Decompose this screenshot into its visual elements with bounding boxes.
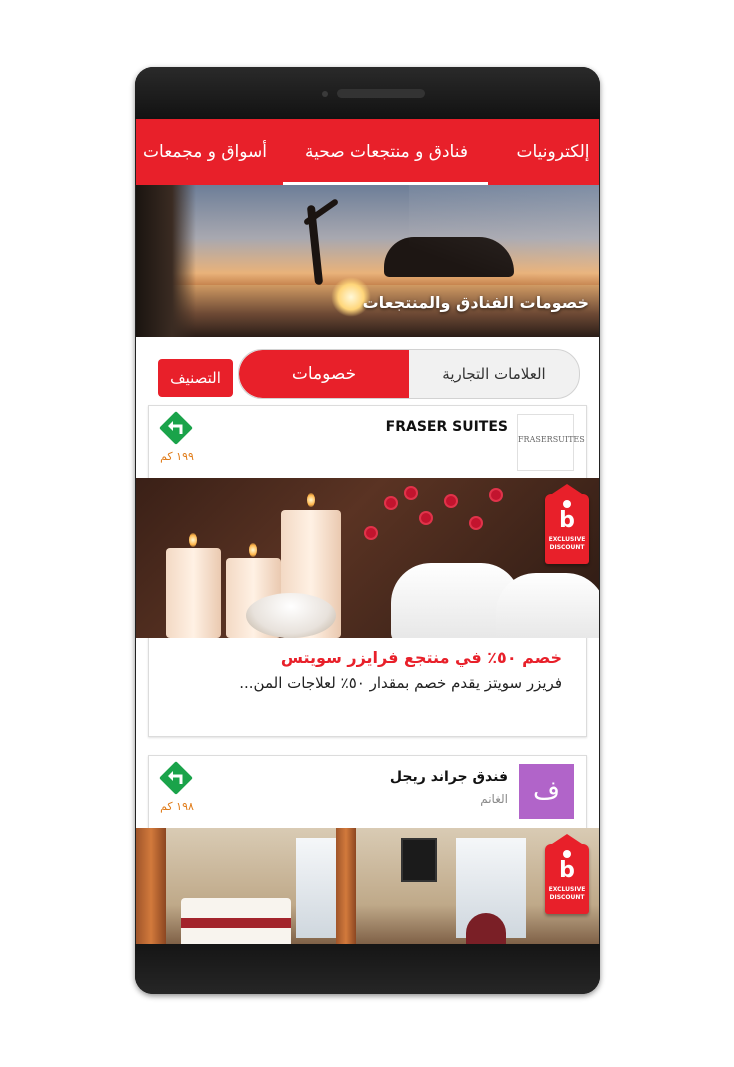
distance-label: ١٩٨ كم xyxy=(160,800,194,813)
tag-logo: b xyxy=(559,508,575,533)
hero-caption: خصومات الفنادق والمنتجعات xyxy=(362,293,589,312)
tab-hotels-spas[interactable]: فنادق و منتجعات صحية xyxy=(284,119,489,185)
curtain xyxy=(136,828,166,944)
blossom xyxy=(421,513,431,523)
salt-bowl xyxy=(246,593,336,638)
tab-electronics[interactable]: إلكترونيات xyxy=(507,119,599,185)
segment-brands[interactable]: العلامات التجارية xyxy=(409,350,579,398)
tag-notch xyxy=(549,484,585,496)
blossom xyxy=(491,490,501,500)
phone-frame: إلكترونيات فنادق و منتجعات صحية أسواق و … xyxy=(135,67,600,994)
earpiece-speaker xyxy=(337,89,425,98)
tag-text: EXCLUSIVE DISCOUNT xyxy=(548,886,586,901)
camera-sensor xyxy=(322,91,328,97)
candle-flame xyxy=(249,543,257,557)
window xyxy=(296,838,336,938)
bed-runner xyxy=(181,918,291,928)
offer-card[interactable]: FRASERSUITES FRASER SUITES ١٩٩ كم b EXCL… xyxy=(136,405,599,737)
tag-logo: b xyxy=(559,858,575,883)
segment-discounts[interactable]: خصومات xyxy=(239,350,409,398)
blossom xyxy=(406,488,416,498)
turn-left-arrow-icon[interactable] xyxy=(159,761,193,795)
blossom xyxy=(366,528,376,538)
hero-cliff xyxy=(136,185,196,337)
tab-malls[interactable]: أسواق و مجمعات xyxy=(136,119,267,185)
brand-location: الغانم xyxy=(480,792,508,806)
brand-logo-text: FRASERSUITES xyxy=(518,435,585,444)
exclusive-discount-tag-icon: b EXCLUSIVE DISCOUNT xyxy=(545,834,589,914)
blossom xyxy=(471,518,481,528)
sort-button[interactable]: التصنيف xyxy=(158,359,233,397)
candle xyxy=(166,548,221,638)
turn-left-arrow-icon[interactable] xyxy=(159,411,193,445)
distance-label: ١٩٩ كم xyxy=(160,450,194,463)
brand-name: فندق جراند ريجل xyxy=(389,769,508,785)
curtain xyxy=(336,828,356,944)
television xyxy=(401,838,437,882)
tag-hole xyxy=(563,500,571,508)
hero-banner[interactable]: خصومات الفنادق والمنتجعات xyxy=(136,185,599,337)
candle-flame xyxy=(189,533,197,547)
segment-control: خصومات العلامات التجارية xyxy=(238,349,580,399)
blossom xyxy=(446,496,456,506)
offer-description: فريزر سويتز يقدم خصم بمقدار ٥٠٪ لعلاجات … xyxy=(239,674,562,692)
brand-logo: FRASERSUITES xyxy=(517,414,585,471)
app-screen: إلكترونيات فنادق و منتجعات صحية أسواق و … xyxy=(136,119,599,944)
offer-title: خصم ٥٠٪ في منتجع فرايزر سويتس xyxy=(280,648,562,667)
towel xyxy=(496,573,599,638)
offer-card[interactable]: ف فندق جراند ريجل الغانم ١٩٨ كم b EXCLUS… xyxy=(136,755,599,944)
brand-logo: ف xyxy=(519,764,574,819)
blossom xyxy=(386,498,396,508)
hero-shade xyxy=(409,185,599,337)
tag-notch xyxy=(549,834,585,846)
offer-photo[interactable]: b EXCLUSIVE DISCOUNT xyxy=(136,478,599,638)
candle-flame xyxy=(307,493,315,507)
offer-photo[interactable]: b EXCLUSIVE DISCOUNT xyxy=(136,828,599,944)
tag-hole xyxy=(563,850,571,858)
brand-name: FRASER SUITES xyxy=(385,419,508,435)
exclusive-discount-tag-icon: b EXCLUSIVE DISCOUNT xyxy=(545,484,589,564)
category-tabs: إلكترونيات فنادق و منتجعات صحية أسواق و … xyxy=(136,119,599,185)
tag-text: EXCLUSIVE DISCOUNT xyxy=(548,536,586,551)
